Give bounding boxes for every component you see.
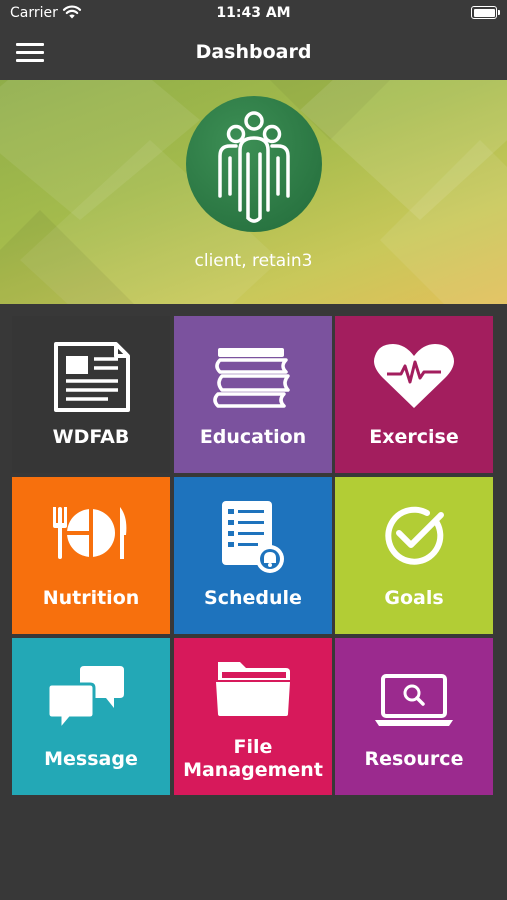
laptop-search-icon [375,674,453,726]
plate-utensils-icon [53,507,127,559]
page-title: Dashboard [195,41,312,63]
nav-bar: Dashboard [0,28,507,80]
status-bar: Carrier 11:43 AM [0,0,507,28]
tile-resource[interactable]: Resource [335,638,493,795]
folder-icon [216,662,290,716]
tile-label: WDFAB [52,426,130,448]
tile-file-management[interactable]: File Management [174,638,332,795]
tile-education[interactable]: Education [174,316,332,473]
tile-wdfab[interactable]: WDFAB [12,316,170,473]
profile-banner: client, retain3 [0,80,507,304]
tile-nutrition[interactable]: Nutrition [12,477,170,634]
tile-label: Nutrition [42,587,140,609]
tile-goals[interactable]: Goals [335,477,493,634]
books-icon [213,348,290,408]
battery-icon [471,6,500,19]
tile-label: Resource [364,748,464,770]
group-people-icon [218,111,290,223]
check-circle-icon [385,506,444,565]
tile-label: Schedule [204,587,302,609]
tile-schedule[interactable]: Schedule [174,477,332,634]
newspaper-icon [54,342,130,412]
tile-label: Exercise [369,426,459,448]
user-name: client, retain3 [194,251,313,271]
chat-bubbles-icon [46,666,124,735]
tile-label: Message [44,748,138,770]
tile-exercise[interactable]: Exercise [335,316,493,473]
tile-label: Education [199,426,307,448]
avatar[interactable] [186,96,322,232]
tile-label: File Management [183,736,323,781]
heart-pulse-icon [374,344,454,408]
checklist-bell-icon [222,501,284,573]
tile-message[interactable]: Message [12,638,170,795]
tile-label: Goals [384,587,444,609]
clock: 11:43 AM [216,5,291,21]
